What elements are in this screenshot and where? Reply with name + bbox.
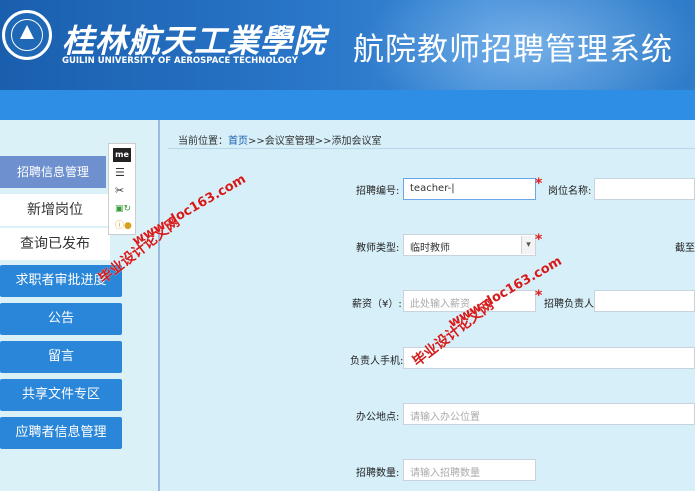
salary-required-mark: * [535, 288, 543, 304]
office-label: 办公地点: [356, 412, 400, 423]
chevron-down-icon[interactable]: ▾ [521, 236, 535, 254]
count-label: 招聘数量: [356, 468, 400, 479]
sidebar-item-applicant-manage[interactable]: 应聘者信息管理 [0, 417, 122, 449]
teacher-type-select[interactable]: 临时教师 [403, 234, 536, 256]
sidebar-item-message[interactable]: 留言 [0, 341, 122, 373]
teacher-type-label: 教师类型: [356, 243, 400, 254]
breadcrumb-home-link[interactable]: 首页 [228, 136, 248, 147]
nav-band [0, 90, 695, 120]
logo-star-icon [20, 25, 34, 39]
deadline-label: 截至 [675, 243, 695, 254]
post-name-input[interactable] [594, 178, 695, 200]
sidebar-item-shared-files[interactable]: 共享文件专区 [0, 379, 122, 411]
job-no-input[interactable]: teacher-| [403, 178, 536, 200]
me-icon[interactable]: me [113, 148, 131, 162]
sidebar-item-query-published[interactable]: 查询已发布 [0, 228, 110, 260]
phone-input[interactable] [403, 347, 695, 369]
leader-input[interactable] [594, 290, 695, 312]
job-no-label: 招聘编号: [356, 186, 400, 197]
job-no-required-mark: * [535, 176, 543, 192]
info-icon[interactable]: ⓘ● [115, 218, 132, 231]
header: 桂林航天工業學院 GUILIN UNIVERSITY OF AEROSPACE … [0, 0, 695, 90]
tools-icon[interactable]: ✂ [115, 184, 124, 197]
salary-label: 薪资（¥）: [352, 299, 402, 310]
office-input[interactable]: 请输入办公位置 [403, 403, 695, 425]
teacher-type-value: 临时教师 [410, 243, 450, 254]
count-input[interactable]: 请输入招聘数量 [403, 459, 536, 481]
refresh-icon[interactable]: ▣↻ [115, 204, 131, 214]
breadcrumb-divider [168, 148, 695, 149]
post-name-label: 岗位名称: [548, 186, 592, 197]
floating-toolbar: me ☰ ✂ ▣↻ ⓘ● [108, 143, 136, 235]
breadcrumb: 当前位置：首页>>会议室管理>>添加会议室 [178, 132, 382, 147]
menu-icon[interactable]: ☰ [115, 166, 125, 179]
breadcrumb-prefix: 当前位置： [178, 136, 228, 147]
teacher-type-required-mark: * [535, 232, 543, 248]
sidebar-item-recruit-manage[interactable]: 招聘信息管理 [0, 156, 106, 188]
sidebar-item-notice[interactable]: 公告 [0, 303, 122, 335]
phone-label: 负责人手机: [350, 356, 404, 367]
breadcrumb-rest: >>会议室管理>>添加会议室 [248, 136, 382, 147]
university-logo-icon [2, 10, 52, 60]
university-name-en: GUILIN UNIVERSITY OF AEROSPACE TECHNOLOG… [62, 56, 298, 66]
system-title: 航院教师招聘管理系统 [353, 32, 673, 68]
sidebar-item-new-post[interactable]: 新增岗位 [0, 194, 110, 226]
leader-label: 招聘负责人: [544, 299, 598, 310]
